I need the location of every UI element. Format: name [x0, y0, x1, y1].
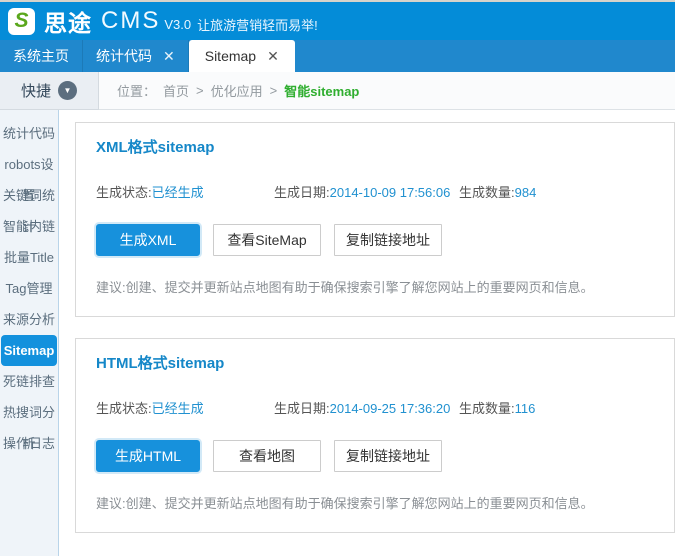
sidebar-item-operation-log[interactable]: 操作日志	[0, 428, 58, 459]
sidebar-item-robots[interactable]: robots设置	[0, 149, 58, 180]
breadcrumb-separator: >	[270, 83, 278, 98]
sub-bar: 快捷 ▼ 位置： 首页 > 优化应用 > 智能sitemap	[0, 72, 675, 110]
sidebar-item-hot-search[interactable]: 热搜词分析	[0, 397, 58, 428]
tab-sitemap-label: Sitemap	[205, 48, 256, 64]
breadcrumb-prefix: 位置：	[117, 81, 156, 100]
date-value: 2014-09-25 17:36:20	[330, 401, 451, 416]
tab-home-label: 系统主页	[13, 46, 69, 66]
sidebar-item-keyword-stats[interactable]: 关键词统计	[0, 180, 58, 211]
product-version: V3.0	[164, 17, 191, 32]
count-value: 984	[515, 185, 537, 200]
brand-logo-icon: S	[8, 8, 35, 35]
breadcrumb-home-link[interactable]: 首页	[163, 81, 189, 100]
brand-name: 思途	[44, 4, 92, 38]
date-label: 生成日期:	[274, 401, 330, 416]
xml-sitemap-card: XML格式sitemap 生成状态:已经生成 生成日期:2014-10-09 1…	[75, 122, 675, 317]
generate-xml-button[interactable]: 生成XML	[96, 224, 200, 256]
breadcrumb: 位置： 首页 > 优化应用 > 智能sitemap	[99, 72, 675, 110]
breadcrumb-current: 智能sitemap	[284, 81, 359, 100]
date-value: 2014-10-09 17:56:06	[330, 185, 451, 200]
sidebar-item-tag-manage[interactable]: Tag管理	[0, 273, 58, 304]
generate-html-button[interactable]: 生成HTML	[96, 440, 200, 472]
quick-menu-label: 快捷	[21, 80, 51, 101]
count-label: 生成数量:	[459, 185, 515, 200]
product-name: CMS	[101, 7, 160, 35]
sidebar-item-sitemap[interactable]: Sitemap	[1, 335, 57, 366]
count-label: 生成数量:	[459, 401, 515, 416]
count-value: 116	[515, 401, 536, 416]
card-tip: 建议:创建、提交并更新站点地图有助于确保搜索引擎了解您网站上的重要网页和信息。	[96, 493, 654, 512]
tab-bar: 系统主页 统计代码 ✕ Sitemap ✕	[0, 40, 675, 72]
card-title: XML格式sitemap	[96, 136, 654, 157]
app-header: S 思途 CMS V3.0 让旅游营销轻而易举!	[0, 2, 675, 40]
sidebar-item-internal-links[interactable]: 智能内链	[0, 211, 58, 242]
button-row: 生成XML 查看SiteMap 复制链接地址	[96, 224, 654, 256]
sidebar-item-batch-title[interactable]: 批量Title	[0, 242, 58, 273]
close-icon[interactable]: ✕	[163, 49, 175, 63]
status-label: 生成状态:	[96, 401, 152, 416]
breadcrumb-section-link[interactable]: 优化应用	[211, 81, 263, 100]
chevron-down-icon: ▼	[58, 81, 77, 100]
html-sitemap-card: HTML格式sitemap 生成状态:已经生成 生成日期:2014-09-25 …	[75, 338, 675, 533]
sidebar-item-stats-code[interactable]: 统计代码	[0, 118, 58, 149]
quick-menu-toggle[interactable]: 快捷 ▼	[0, 72, 99, 110]
status-label: 生成状态:	[96, 185, 152, 200]
card-title: HTML格式sitemap	[96, 352, 654, 373]
breadcrumb-separator: >	[196, 83, 204, 98]
copy-link-button[interactable]: 复制链接地址	[334, 224, 442, 256]
view-map-button[interactable]: 查看地图	[213, 440, 321, 472]
status-row: 生成状态:已经生成 生成日期:2014-09-25 17:36:20 生成数量:…	[96, 398, 654, 417]
tab-home[interactable]: 系统主页	[0, 40, 83, 72]
tab-stats-code-label: 统计代码	[96, 46, 152, 66]
status-row: 生成状态:已经生成 生成日期:2014-10-09 17:56:06 生成数量:…	[96, 182, 654, 201]
product-tagline: 让旅游营销轻而易举!	[197, 15, 318, 34]
tab-sitemap[interactable]: Sitemap ✕	[189, 40, 295, 72]
close-icon[interactable]: ✕	[267, 49, 279, 63]
tab-stats-code[interactable]: 统计代码 ✕	[83, 40, 189, 72]
main-panel: XML格式sitemap 生成状态:已经生成 生成日期:2014-10-09 1…	[59, 110, 675, 556]
copy-link-button[interactable]: 复制链接地址	[334, 440, 442, 472]
sidebar-item-dead-links[interactable]: 死链排查	[0, 366, 58, 397]
view-sitemap-button[interactable]: 查看SiteMap	[213, 224, 321, 256]
sidebar-item-source-analysis[interactable]: 来源分析	[0, 304, 58, 335]
date-label: 生成日期:	[274, 185, 330, 200]
button-row: 生成HTML 查看地图 复制链接地址	[96, 440, 654, 472]
status-value: 已经生成	[152, 185, 204, 200]
card-tip: 建议:创建、提交并更新站点地图有助于确保搜索引擎了解您网站上的重要网页和信息。	[96, 277, 654, 296]
status-value: 已经生成	[152, 401, 204, 416]
sidebar: 统计代码 robots设置 关键词统计 智能内链 批量Title Tag管理 来…	[0, 110, 59, 556]
content: 统计代码 robots设置 关键词统计 智能内链 批量Title Tag管理 来…	[0, 110, 675, 556]
